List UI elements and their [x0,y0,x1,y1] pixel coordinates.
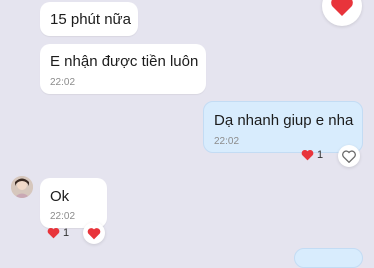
react-button-active[interactable] [83,222,105,244]
message-text: Ok [50,188,70,205]
reaction-summary[interactable]: 1 [301,149,323,161]
heart-outline-icon [342,149,356,163]
reaction-count: 1 [63,227,70,239]
reaction-summary[interactable]: 1 [47,227,69,239]
user-avatar[interactable] [11,176,33,198]
message-time: 22:02 [214,136,240,147]
message-bubble-outgoing[interactable] [294,248,363,268]
heart-icon [331,0,353,16]
message-bubble-incoming[interactable]: E nhận được tiền luôn 22:02 [40,44,206,94]
message-bubble-incoming[interactable]: Ok 22:02 [40,178,107,228]
floating-heart-reaction[interactable] [322,0,362,26]
message-time: 22:02 [50,211,76,222]
avatar-image [11,176,33,198]
heart-icon [87,227,101,239]
message-text: E nhận được tiền luôn [50,53,199,70]
heart-icon [47,227,60,239]
message-text: Dạ nhanh giup e nha [214,112,354,129]
message-bubble-outgoing[interactable]: Dạ nhanh giup e nha 22:02 [203,101,363,153]
message-bubble-incoming[interactable]: 15 phút nữa [40,2,138,36]
message-text: 15 phút nữa [50,11,131,28]
react-button[interactable] [338,145,360,167]
message-time: 22:02 [50,77,76,88]
heart-icon [301,149,314,161]
reaction-count: 1 [317,149,324,161]
